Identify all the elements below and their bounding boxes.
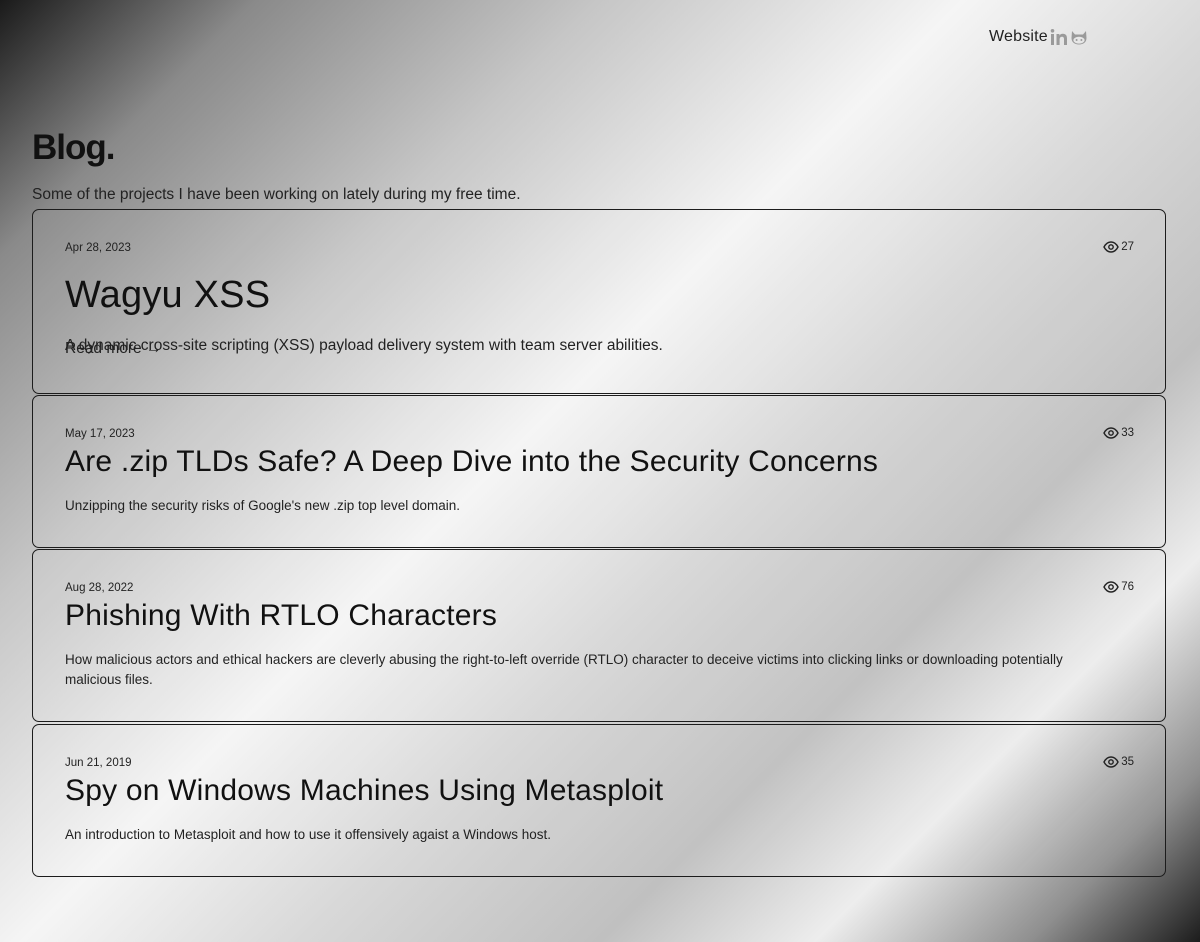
- post-description: How malicious actors and ethical hackers…: [65, 652, 1063, 687]
- post-card[interactable]: May 17, 2023 33 Are .zip TLDs Safe? A De…: [32, 395, 1166, 548]
- post-views: 27: [1103, 241, 1134, 253]
- post-card[interactable]: Jun 21, 2019 35 Spy on Windows Machines …: [32, 724, 1166, 877]
- github-icon[interactable]: [1070, 28, 1088, 46]
- page-title: Blog.: [32, 128, 115, 167]
- linkedin-icon[interactable]: [1050, 28, 1068, 46]
- post-title[interactable]: Spy on Windows Machines Using Metasploit: [65, 773, 663, 809]
- post-title[interactable]: Wagyu XSS: [65, 274, 270, 316]
- post-views: 76: [1103, 581, 1134, 593]
- eye-icon: [1103, 427, 1119, 439]
- post-views: 35: [1103, 756, 1134, 768]
- post-date: May 17, 2023: [65, 428, 135, 440]
- post-title[interactable]: Phishing With RTLO Characters: [65, 598, 497, 634]
- page-header: Blog.: [32, 128, 115, 168]
- page-subtitle: Some of the projects I have been working…: [32, 186, 521, 203]
- post-date: Aug 28, 2022: [65, 582, 134, 594]
- post-description: An introduction to Metasploit and how to…: [65, 827, 552, 842]
- view-count: 27: [1121, 241, 1134, 253]
- eye-icon: [1103, 581, 1119, 593]
- post-date: Jun 21, 2019: [65, 757, 132, 769]
- post-description: A dynamic cross-site scripting (XSS) pay…: [65, 337, 663, 354]
- view-count: 35: [1121, 756, 1134, 768]
- view-count: 76: [1121, 581, 1134, 593]
- post-card[interactable]: Aug 28, 2022 76 Phishing With RTLO Chara…: [32, 549, 1166, 722]
- top-nav: Website: [989, 25, 1088, 49]
- post-views: 33: [1103, 427, 1134, 439]
- eye-icon: [1103, 241, 1119, 253]
- post-date: Apr 28, 2023: [65, 242, 131, 254]
- post-card[interactable]: Apr 28, 2023 27 Wagyu XSS A dynamic cros…: [32, 209, 1166, 394]
- read-more-link[interactable]: Read more →: [65, 340, 161, 358]
- view-count: 33: [1121, 427, 1134, 439]
- eye-icon: [1103, 756, 1119, 768]
- post-description: Unzipping the security risks of Google's…: [65, 498, 461, 513]
- post-title[interactable]: Are .zip TLDs Safe? A Deep Dive into the…: [65, 444, 878, 480]
- website-link[interactable]: Website: [989, 28, 1048, 46]
